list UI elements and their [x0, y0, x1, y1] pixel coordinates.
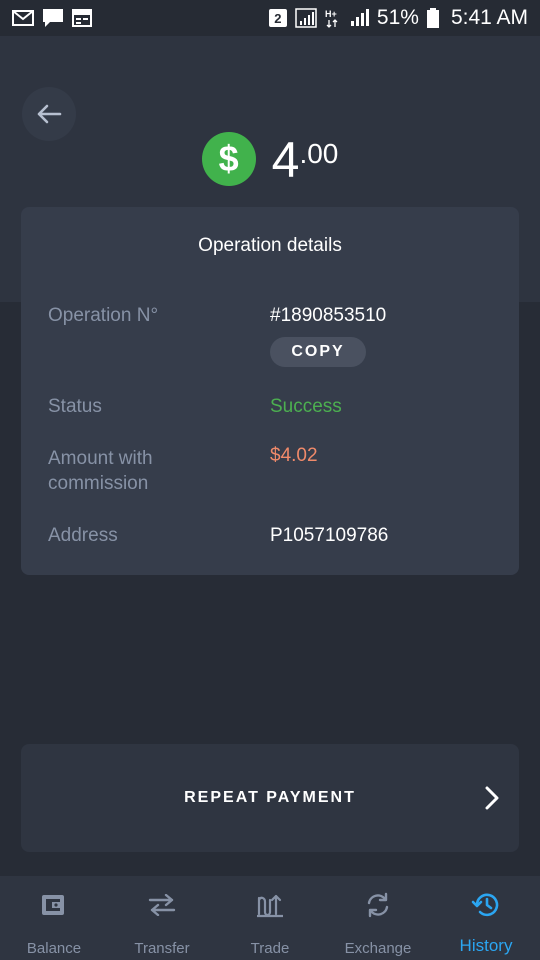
dollar-currency-icon: $ [201, 132, 256, 186]
status-right: 2 H+ 51% 5:41 AM [268, 6, 528, 30]
svg-text:H+: H+ [325, 9, 337, 19]
battery-percentage: 51% [376, 6, 419, 29]
message-icon [43, 9, 63, 27]
exchange-cycle-icon [367, 892, 389, 918]
clock-time: 5:41 AM [450, 6, 528, 29]
amount-decimal: .00 [299, 138, 339, 169]
operation-amount: $ 4 .00 [0, 128, 540, 192]
nav-label-exchange: Exchange [344, 940, 412, 957]
commission-label-line2: commission [48, 473, 149, 494]
nav-item-trade[interactable]: Trade [216, 876, 324, 960]
operation-number-label: Operation N° [48, 305, 159, 326]
nav-label-transfer: Transfer [134, 940, 190, 957]
cell-signal-icon [350, 9, 369, 26]
commission-value: $4.02 [270, 445, 318, 466]
nav-label-history: History [459, 936, 513, 955]
transfer-arrows-icon [148, 894, 176, 916]
nav-item-exchange[interactable]: Exchange [324, 876, 432, 960]
nav-item-transfer[interactable]: Transfer [108, 876, 216, 960]
card-title: Operation details [198, 235, 342, 256]
repeat-payment-label: REPEAT PAYMENT [184, 789, 356, 806]
gmail-icon [12, 10, 34, 26]
operation-number-value: #1890853510 [270, 305, 387, 326]
nav-item-balance[interactable]: Balance [0, 876, 108, 960]
trade-chart-icon [257, 894, 283, 918]
status-value: Success [270, 396, 342, 417]
wallet-icon [42, 895, 64, 915]
chevron-right-icon [485, 786, 499, 810]
repeat-payment-button[interactable]: REPEAT PAYMENT [21, 744, 519, 852]
status-left [12, 8, 92, 28]
nav-label-trade: Trade [250, 940, 290, 957]
battery-icon [426, 8, 439, 28]
amount-integer: 4 [271, 132, 300, 188]
copy-button[interactable]: COPY [270, 337, 366, 367]
calendar-icon [72, 9, 92, 27]
commission-label-line1: Amount with [48, 448, 153, 469]
nav-item-history[interactable]: History [432, 876, 540, 960]
data-hplus-icon: H+ [325, 9, 338, 28]
signal-strength-icon [295, 8, 317, 28]
operation-details-card: Operation details Operation N° #18908535… [21, 207, 519, 575]
nav-label-balance: Balance [26, 940, 82, 957]
sim-badge: 2 [268, 9, 287, 27]
address-label: Address [48, 525, 118, 546]
address-value: P1057109786 [270, 525, 389, 546]
status-label: Status [48, 396, 102, 417]
history-clock-icon [471, 893, 499, 917]
arrow-left-icon [37, 104, 62, 124]
status-bar: 2 H+ 51% 5:41 AM [0, 0, 540, 36]
bottom-navigation: Balance Transfer Trade Exchange History [0, 876, 540, 960]
